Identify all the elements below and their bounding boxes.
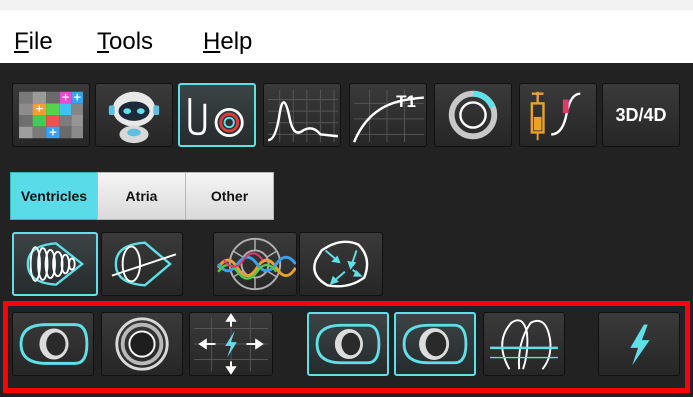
myocardial-ring-icon xyxy=(448,90,498,140)
menu-file[interactable]: File xyxy=(14,28,53,56)
menu-file-label: ile xyxy=(28,28,53,55)
axis-alignment-button[interactable] xyxy=(299,232,383,296)
menu-help-label: elp xyxy=(220,28,253,55)
contrast-injection-icon xyxy=(530,91,581,141)
t1-label: T1 xyxy=(396,92,416,111)
image-viewer-grid-icon: + + + + xyxy=(19,90,83,138)
myocardial-analysis-button[interactable] xyxy=(434,83,512,147)
svg-text:+: + xyxy=(48,125,57,138)
menu-bar: File Tools Help xyxy=(0,22,693,62)
contrast-injection-button[interactable] xyxy=(519,83,597,147)
menu-help-mnemonic: H xyxy=(203,28,221,55)
virtual-assistant-robot-icon xyxy=(108,91,160,144)
long-axis-button[interactable] xyxy=(101,232,183,296)
short-axis-stack-button[interactable] xyxy=(12,232,98,296)
time-signal-button[interactable] xyxy=(263,83,341,147)
time-signal-curve-icon xyxy=(267,89,338,143)
t1-mapping-button[interactable]: T1 xyxy=(349,83,427,147)
3d-4d-button[interactable]: 3D/4D xyxy=(602,83,680,147)
menu-tools[interactable]: Tools xyxy=(97,28,153,56)
svg-text:+: + xyxy=(61,90,70,103)
long-axis-ventricle-icon xyxy=(111,241,177,287)
short-axis-stack-icon xyxy=(26,242,85,286)
3d-4d-label: 3D/4D xyxy=(615,104,667,125)
flow-analysis-icon xyxy=(188,98,244,138)
svg-text:+: + xyxy=(35,102,44,115)
flow-analysis-button[interactable] xyxy=(178,83,256,147)
window-top-strip xyxy=(0,0,693,10)
axis-alignment-icon xyxy=(313,240,369,288)
svg-text:+: + xyxy=(73,90,82,103)
tab-atria[interactable]: Atria xyxy=(97,172,186,220)
image-viewer-button[interactable]: + + + + xyxy=(12,83,90,147)
regional-segment-button[interactable] xyxy=(213,232,297,296)
menu-file-mnemonic: F xyxy=(14,28,29,55)
menu-tools-label: ools xyxy=(109,28,154,55)
tab-ventricles[interactable]: Ventricles xyxy=(10,172,98,220)
menu-help[interactable]: Help xyxy=(203,28,252,56)
highlight-box xyxy=(3,301,690,393)
virtual-assistant-button[interactable] xyxy=(95,83,173,147)
tab-other[interactable]: Other xyxy=(185,172,274,220)
menu-tools-mnemonic: T xyxy=(97,28,109,55)
regional-segment-icon xyxy=(216,237,296,291)
